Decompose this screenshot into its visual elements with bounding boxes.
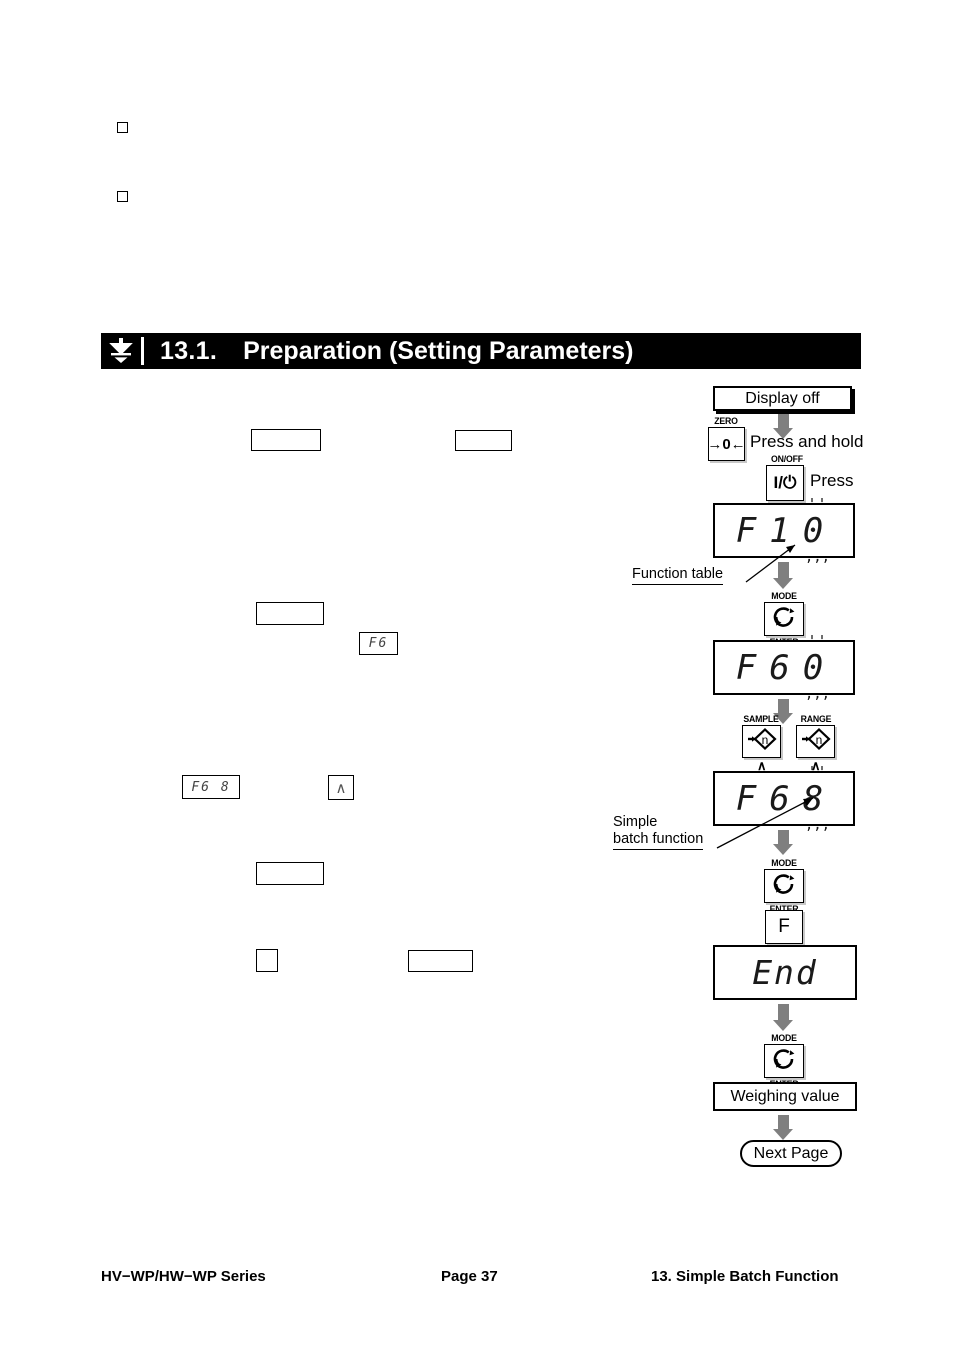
flow-start-display-off: Display off: [713, 386, 852, 411]
f-key-label: F: [778, 916, 790, 937]
range-diamond-icon: n: [800, 727, 832, 756]
display-f-1-0: F 1 0: [713, 503, 855, 558]
display-f-6-8: F 6 8: [713, 771, 855, 826]
on-off-key-caption: ON/OFF: [771, 454, 803, 465]
mode-cycle-icon: [771, 605, 797, 634]
power-icon: I/⏻: [773, 473, 797, 492]
seg-char: F: [735, 778, 766, 819]
blank-text-box-2: [455, 430, 512, 451]
section-title: Preparation (Setting Parameters): [243, 336, 634, 365]
seg-char: 6: [769, 647, 799, 688]
mode-enter-key-2[interactable]: [764, 869, 804, 903]
bullet-marker-2: [117, 191, 128, 202]
section-header-divider: [141, 337, 144, 365]
mode-cycle-icon: [771, 1047, 797, 1076]
seg-char-blinking: 0: [801, 514, 834, 548]
display-f-6-0: F 6 0: [713, 640, 855, 695]
blank-text-box-3: [256, 602, 324, 625]
footer-series: HV−WP/HW−WP Series: [101, 1268, 266, 1285]
annotation-simple-batch-line2: batch function: [613, 831, 704, 850]
footer-page-number: Page 37: [441, 1268, 498, 1285]
mode-key-caption-1: MODE: [771, 591, 797, 602]
sample-diamond-icon: n: [746, 727, 778, 756]
mode-cycle-icon: [771, 872, 797, 901]
on-off-key[interactable]: I/⏻: [766, 465, 804, 501]
weigh-press-icon: [101, 333, 141, 369]
sample-key[interactable]: n: [742, 725, 781, 758]
svg-text:n: n: [761, 733, 768, 747]
seg-char-blinking: 8: [801, 782, 834, 816]
mode-enter-key-1[interactable]: [764, 602, 804, 636]
svg-text:n: n: [815, 733, 822, 747]
seg-char: F: [735, 510, 766, 551]
inline-key-caret: ∧: [328, 775, 354, 800]
zero-key-caption: ZERO: [714, 416, 738, 427]
display-end-segments: End: [752, 953, 818, 992]
seg-char: 6: [769, 778, 799, 819]
display-f-6-8-segments: F 6 8: [734, 782, 834, 816]
section-number: 13.1.: [160, 336, 218, 365]
inline-display-f6: F6: [359, 632, 398, 655]
document-page: 13.1. Preparation (Setting Parameters) F…: [0, 0, 954, 1351]
press-label: Press: [810, 471, 854, 490]
zero-key[interactable]: →0←: [707, 427, 746, 461]
seg-char: 1: [769, 510, 799, 551]
flow-arrow-5: [773, 1004, 793, 1031]
bullet-marker-1: [117, 122, 128, 133]
flow-arrow-6: [773, 1115, 793, 1140]
blank-text-box-5: [256, 949, 278, 972]
range-key-caption: RANGE: [800, 714, 832, 725]
mode-key-caption-2: MODE: [771, 858, 797, 869]
annotation-simple-batch-line1: Simple: [613, 814, 658, 830]
flow-next-page[interactable]: Next Page: [740, 1140, 842, 1167]
blank-text-box-4: [256, 862, 324, 885]
blank-text-box-6: [408, 950, 473, 972]
press-and-hold-label: Press and hold: [750, 432, 864, 451]
seg-char: F: [735, 647, 766, 688]
display-f-1-0-segments: F 1 0: [734, 514, 834, 548]
page-footer: HV−WP/HW−WP Series Page 37 13. Simple Ba…: [101, 1268, 861, 1285]
zero-key-icon: →0←: [707, 435, 746, 453]
mode-key-caption-3: MODE: [771, 1033, 797, 1044]
footer-chapter: 13. Simple Batch Function: [651, 1268, 839, 1285]
display-end: End: [713, 945, 857, 1000]
f-key[interactable]: F: [765, 910, 803, 944]
range-key[interactable]: n: [796, 725, 835, 758]
seg-char-blinking: 0: [801, 651, 834, 685]
procedure-flowchart: Display off ZERO →0← Press and hold ON/O…: [600, 382, 900, 1182]
display-f-6-0-segments: F 6 0: [734, 651, 834, 685]
flow-arrow-2: [773, 562, 793, 589]
inline-display-f6-8: F6 8: [182, 775, 240, 799]
mode-enter-key-3[interactable]: [764, 1044, 804, 1078]
flow-weighing-value: Weighing value: [713, 1082, 857, 1111]
annotation-function-table: Function table: [632, 566, 724, 585]
blank-text-box-1: [251, 429, 321, 451]
section-header-bar: 13.1. Preparation (Setting Parameters): [101, 333, 861, 369]
flow-arrow-4: [773, 830, 793, 855]
sample-key-caption: SAMPLE: [743, 714, 779, 725]
